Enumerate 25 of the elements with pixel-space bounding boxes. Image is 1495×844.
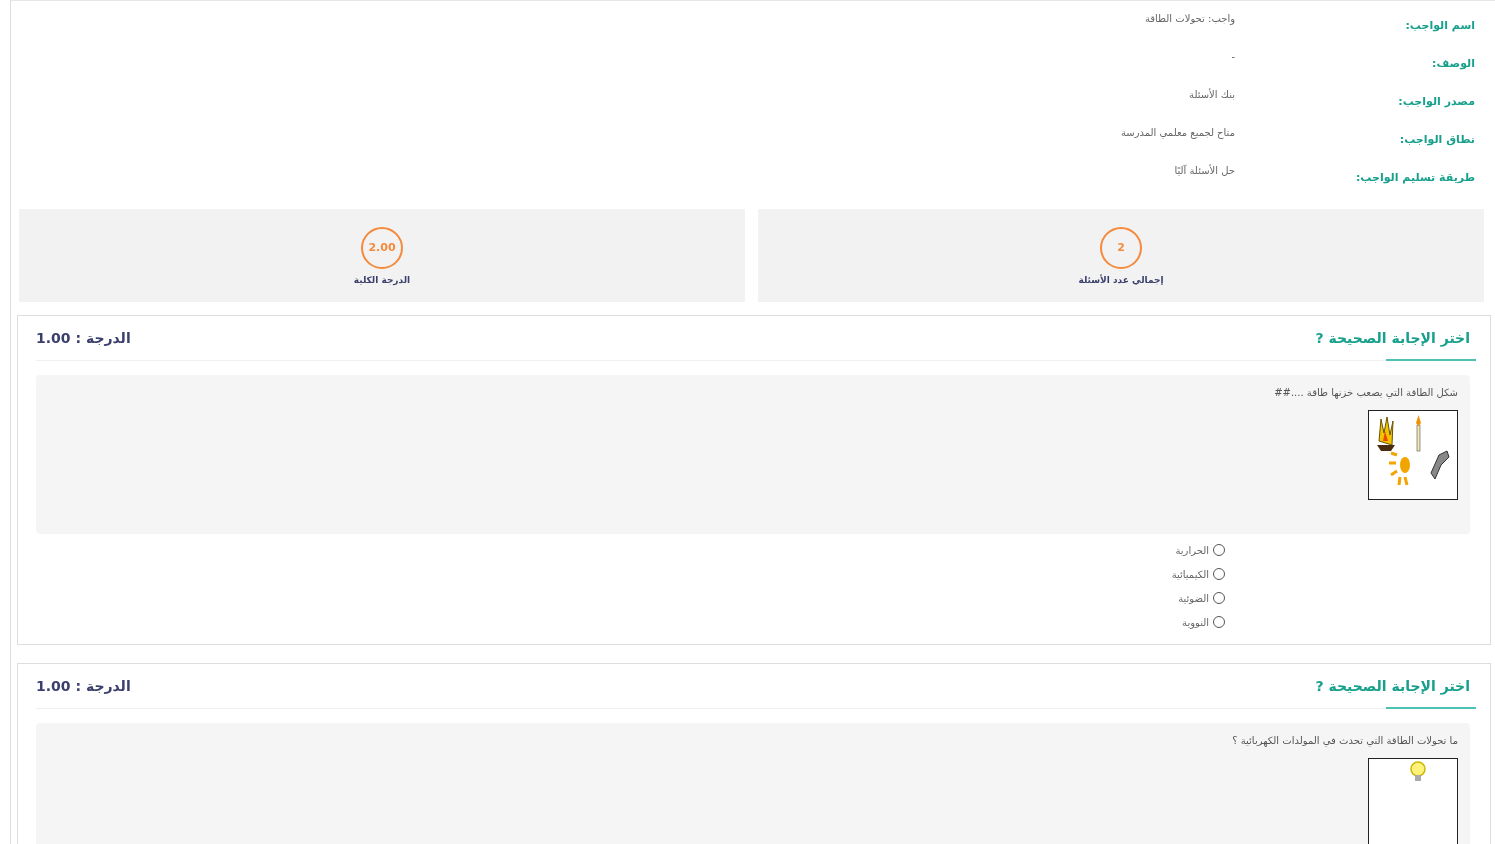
field-value: حل الأسئلة آليًا	[1174, 165, 1235, 176]
field-value: واجب: تحولات الطاقة	[1144, 13, 1235, 24]
field-label: مصدر الواجب:	[1397, 94, 1475, 108]
field-label: نطاق الواجب:	[1398, 132, 1475, 146]
field-value: -	[1231, 51, 1235, 62]
stat-value: 2	[1100, 226, 1142, 269]
field-value: بنك الأسئلة	[1189, 89, 1235, 100]
stat-label: الدرجة الكلية	[353, 274, 411, 285]
question-text: ما تحولات الطاقة التي تحدث في المولدات الكهربائية ؟	[1231, 735, 1458, 746]
field-label: اسم الواجب:	[1404, 18, 1475, 32]
answer-option[interactable]: الحرارية	[1175, 544, 1225, 556]
question-heading: اختر الإجابة الصحيحة ?	[1315, 330, 1470, 346]
answer-option[interactable]: النووية	[1182, 616, 1225, 628]
light-bulb-icon	[1409, 761, 1427, 781]
question-grade: الدرجة : 1.00	[36, 330, 131, 346]
field-label: طريقة تسليم الواجب:	[1354, 170, 1475, 184]
question-grade: الدرجة : 1.00	[36, 678, 131, 694]
field-value: متاح لجميع معلمي المدرسة	[1120, 127, 1235, 138]
question-text: شكل الطاقة التي يصعب خزنها طاقة ....##	[1273, 387, 1458, 398]
answer-option[interactable]: الكيميائية	[1171, 568, 1225, 580]
answer-option[interactable]: الضوئية	[1178, 592, 1225, 604]
field-label: الوصف:	[1431, 56, 1475, 70]
question-heading: اختر الإجابة الصحيحة ?	[1315, 678, 1470, 694]
stat-label: إجمالي عدد الأسئلة	[1078, 274, 1164, 285]
stat-value: 2.00	[361, 226, 403, 269]
